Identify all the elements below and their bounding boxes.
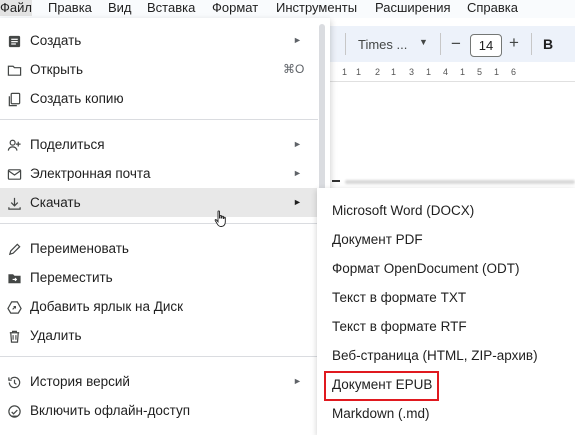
document-icon xyxy=(6,33,22,49)
menu-tools[interactable]: Инструменты xyxy=(276,0,357,16)
bold-button[interactable]: B xyxy=(543,36,553,52)
ruler-tick: 1 xyxy=(391,67,397,77)
menu-extensions[interactable]: Расширения xyxy=(375,0,451,16)
menu-insert[interactable]: Вставка xyxy=(147,0,195,16)
submenu-item-label: Текст в формате RTF xyxy=(332,319,467,334)
menu-item-share[interactable]: Поделиться ► xyxy=(0,130,318,159)
menu-help[interactable]: Справка xyxy=(467,0,518,16)
menu-item-label: Создать xyxy=(30,33,82,48)
menu-item-move[interactable]: Переместить xyxy=(0,263,318,292)
menu-item-copy[interactable]: Создать копию xyxy=(0,84,318,113)
ruler-tick: 6 xyxy=(511,67,517,77)
trash-icon xyxy=(6,328,22,344)
ruler-tick: 5 xyxy=(477,67,483,77)
download-pdf[interactable]: Документ PDF xyxy=(317,225,575,254)
menu-item-label: Электронная почта xyxy=(30,166,151,181)
drive-shortcut-icon xyxy=(6,299,22,315)
menu-item-email[interactable]: Электронная почта ► xyxy=(0,159,318,188)
submenu-item-label: Формат OpenDocument (ODT) xyxy=(332,261,520,276)
shortcut-label: ⌘O xyxy=(283,62,305,76)
toolbar-divider xyxy=(345,33,346,55)
download-markdown[interactable]: Markdown (.md) xyxy=(317,399,575,428)
ruler-tick: 4 xyxy=(443,67,449,77)
menu-item-add-shortcut[interactable]: Добавить ярлык на Диск xyxy=(0,292,318,321)
move-folder-icon xyxy=(6,270,22,286)
menu-item-label: Открыть xyxy=(30,62,84,77)
menu-divider xyxy=(0,223,318,224)
folder-icon xyxy=(6,62,22,78)
menu-item-label: Скачать xyxy=(30,195,81,210)
ruler-tick: 1 xyxy=(494,67,500,77)
menu-item-label: Создать копию xyxy=(30,91,124,106)
ruler-tick: 1 xyxy=(460,67,466,77)
menu-item-delete[interactable]: Удалить xyxy=(0,321,318,350)
submenu-arrow-icon: ► xyxy=(293,35,302,45)
submenu-item-label: Microsoft Word (DOCX) xyxy=(332,203,475,218)
menu-item-offline[interactable]: Включить офлайн-доступ xyxy=(0,396,318,425)
copy-icon xyxy=(6,91,22,107)
submenu-item-label: Markdown (.md) xyxy=(332,406,430,421)
download-html-zip[interactable]: Веб-страница (HTML, ZIP-архив) xyxy=(317,341,575,370)
ruler-tick: 1 xyxy=(342,67,348,77)
submenu-item-label: Документ PDF xyxy=(332,232,423,247)
submenu-arrow-icon: ► xyxy=(293,168,302,178)
epub-highlight-box xyxy=(324,371,439,401)
menu-divider xyxy=(0,356,318,357)
ruler-tick: 1 xyxy=(356,67,362,77)
download-icon xyxy=(6,195,22,211)
document-text-dash xyxy=(332,180,340,182)
submenu-arrow-icon: ► xyxy=(293,376,302,386)
menu-edit[interactable]: Правка xyxy=(48,0,92,16)
menu-item-label: История версий xyxy=(30,374,130,389)
download-txt[interactable]: Текст в формате TXT xyxy=(317,283,575,312)
menu-file[interactable]: Файл xyxy=(0,0,32,16)
toolbar-divider xyxy=(531,33,532,55)
font-family-select[interactable]: Times ... xyxy=(358,37,407,52)
mail-icon xyxy=(6,166,22,182)
menu-view[interactable]: Вид xyxy=(108,0,132,16)
menu-item-label: Включить офлайн-доступ xyxy=(30,403,191,418)
toolbar-divider xyxy=(440,33,441,55)
download-rtf[interactable]: Текст в формате RTF xyxy=(317,312,575,341)
chevron-down-icon[interactable]: ▼ xyxy=(419,37,428,47)
document-text-blurred xyxy=(345,180,575,184)
submenu-arrow-icon: ► xyxy=(293,139,302,149)
font-size-input[interactable]: 14 xyxy=(470,34,502,57)
history-icon xyxy=(6,374,22,390)
menubar: Файл Правка Вид Вставка Формат Инструмен… xyxy=(0,0,575,18)
download-odt[interactable]: Формат OpenDocument (ODT) xyxy=(317,254,575,283)
pencil-icon xyxy=(6,241,22,257)
menu-item-version-history[interactable]: История версий ► xyxy=(0,367,318,396)
submenu-item-label: Веб-страница (HTML, ZIP-архив) xyxy=(332,348,538,363)
menu-item-label: Поделиться xyxy=(30,137,105,152)
ruler-tick: 1 xyxy=(426,67,432,77)
menu-item-open[interactable]: Открыть ⌘O xyxy=(0,55,318,84)
menu-divider xyxy=(0,119,318,120)
menu-item-create[interactable]: Создать ► xyxy=(0,26,318,55)
increase-font-size-icon[interactable]: + xyxy=(509,33,519,53)
menu-format[interactable]: Формат xyxy=(212,0,258,16)
decrease-font-size-icon[interactable]: − xyxy=(451,34,461,54)
ruler[interactable]: 1 1 2 1 3 1 4 1 5 1 6 xyxy=(330,65,575,82)
menu-item-label: Добавить ярлык на Диск xyxy=(30,299,184,314)
menu-item-download[interactable]: Скачать ► xyxy=(0,188,318,217)
menu-item-label: Удалить xyxy=(30,328,82,343)
person-add-icon xyxy=(6,137,22,153)
ruler-tick: 3 xyxy=(409,67,415,77)
menu-item-rename[interactable]: Переименовать xyxy=(0,234,318,263)
ruler-tick: 2 xyxy=(375,67,381,77)
menu-item-label: Переименовать xyxy=(30,241,129,256)
offline-check-icon xyxy=(6,403,22,419)
download-docx[interactable]: Microsoft Word (DOCX) xyxy=(317,196,575,225)
hand-cursor-icon xyxy=(214,210,226,227)
submenu-item-label: Текст в формате TXT xyxy=(332,290,467,305)
menu-item-label: Переместить xyxy=(30,270,113,285)
submenu-arrow-icon: ► xyxy=(293,197,302,207)
file-menu: Создать ► Открыть ⌘O Создать копию Подел… xyxy=(0,18,330,435)
